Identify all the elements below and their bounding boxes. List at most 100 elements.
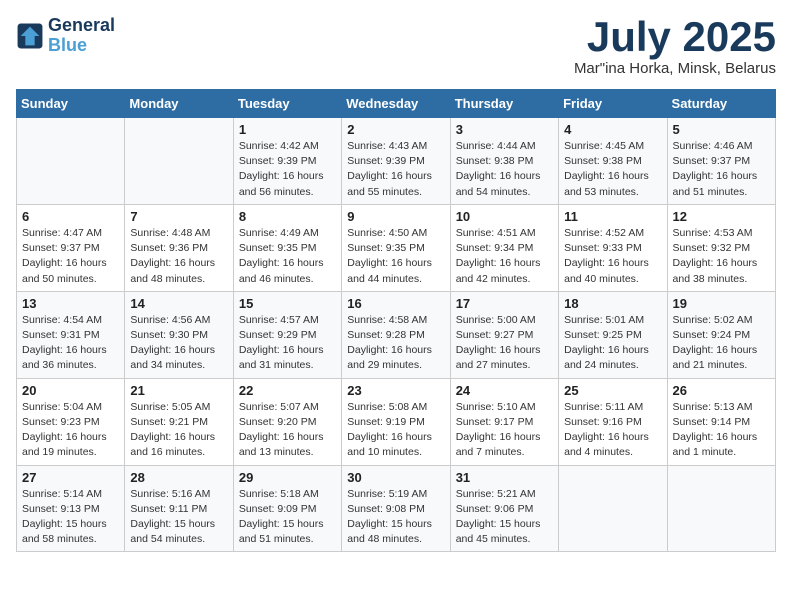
table-row: 20 Sunrise: 5:04 AM Sunset: 9:23 PM Dayli… bbox=[17, 378, 125, 465]
day-info: Sunrise: 4:46 AM Sunset: 9:37 PM Dayligh… bbox=[673, 139, 770, 200]
day-number: 14 bbox=[130, 296, 227, 311]
calendar-table: Sunday Monday Tuesday Wednesday Thursday… bbox=[16, 89, 776, 552]
day-info: Sunrise: 5:00 AM Sunset: 9:27 PM Dayligh… bbox=[456, 313, 553, 374]
day-number: 31 bbox=[456, 470, 553, 485]
day-info: Sunrise: 4:50 AM Sunset: 9:35 PM Dayligh… bbox=[347, 226, 444, 287]
day-info: Sunrise: 5:16 AM Sunset: 9:11 PM Dayligh… bbox=[130, 487, 227, 548]
day-info: Sunrise: 4:49 AM Sunset: 9:35 PM Dayligh… bbox=[239, 226, 336, 287]
table-row: 23 Sunrise: 5:08 AM Sunset: 9:19 PM Dayli… bbox=[342, 378, 450, 465]
day-number: 21 bbox=[130, 383, 227, 398]
table-row: 15 Sunrise: 4:57 AM Sunset: 9:29 PM Dayli… bbox=[233, 291, 341, 378]
day-info: Sunrise: 4:43 AM Sunset: 9:39 PM Dayligh… bbox=[347, 139, 444, 200]
day-number: 19 bbox=[673, 296, 770, 311]
day-info: Sunrise: 5:01 AM Sunset: 9:25 PM Dayligh… bbox=[564, 313, 661, 374]
header-sunday: Sunday bbox=[17, 90, 125, 118]
calendar-week-row: 20 Sunrise: 5:04 AM Sunset: 9:23 PM Dayli… bbox=[17, 378, 776, 465]
day-info: Sunrise: 5:08 AM Sunset: 9:19 PM Dayligh… bbox=[347, 400, 444, 461]
day-info: Sunrise: 5:07 AM Sunset: 9:20 PM Dayligh… bbox=[239, 400, 336, 461]
day-info: Sunrise: 4:53 AM Sunset: 9:32 PM Dayligh… bbox=[673, 226, 770, 287]
page-header: GeneralBlue July 2025 Mar"ina Horka, Min… bbox=[16, 16, 776, 77]
table-row bbox=[125, 118, 233, 205]
day-number: 11 bbox=[564, 209, 661, 224]
table-row bbox=[559, 465, 667, 552]
table-row: 31 Sunrise: 5:21 AM Sunset: 9:06 PM Dayli… bbox=[450, 465, 558, 552]
day-number: 22 bbox=[239, 383, 336, 398]
day-number: 16 bbox=[347, 296, 444, 311]
day-info: Sunrise: 5:21 AM Sunset: 9:06 PM Dayligh… bbox=[456, 487, 553, 548]
table-row: 24Sunrise: 5:10 AM Sunset: 9:17 PM Dayli… bbox=[450, 378, 558, 465]
logo-icon bbox=[16, 22, 44, 50]
table-row: 9 Sunrise: 4:50 AM Sunset: 9:35 PM Daylig… bbox=[342, 204, 450, 291]
table-row: 22 Sunrise: 5:07 AM Sunset: 9:20 PM Dayli… bbox=[233, 378, 341, 465]
table-row: 26 Sunrise: 5:13 AM Sunset: 9:14 PM Dayli… bbox=[667, 378, 775, 465]
day-info: Sunrise: 4:47 AM Sunset: 9:37 PM Dayligh… bbox=[22, 226, 119, 287]
day-info: Sunrise: 4:52 AM Sunset: 9:33 PM Dayligh… bbox=[564, 226, 661, 287]
table-row: 2 Sunrise: 4:43 AM Sunset: 9:39 PM Daylig… bbox=[342, 118, 450, 205]
day-info: Sunrise: 5:02 AM Sunset: 9:24 PM Dayligh… bbox=[673, 313, 770, 374]
day-info: Sunrise: 4:57 AM Sunset: 9:29 PM Dayligh… bbox=[239, 313, 336, 374]
calendar-week-row: 1 Sunrise: 4:42 AM Sunset: 9:39 PM Daylig… bbox=[17, 118, 776, 205]
logo: GeneralBlue bbox=[16, 16, 115, 56]
logo-text: GeneralBlue bbox=[48, 16, 115, 56]
header-friday: Friday bbox=[559, 90, 667, 118]
day-info: Sunrise: 5:13 AM Sunset: 9:14 PM Dayligh… bbox=[673, 400, 770, 461]
table-row: 21 Sunrise: 5:05 AM Sunset: 9:21 PM Dayli… bbox=[125, 378, 233, 465]
day-info: Sunrise: 4:44 AM Sunset: 9:38 PM Dayligh… bbox=[456, 139, 553, 200]
table-row: 4 Sunrise: 4:45 AM Sunset: 9:38 PM Daylig… bbox=[559, 118, 667, 205]
calendar-week-row: 13Sunrise: 4:54 AM Sunset: 9:31 PM Dayli… bbox=[17, 291, 776, 378]
day-number: 26 bbox=[673, 383, 770, 398]
calendar-week-row: 27Sunrise: 5:14 AM Sunset: 9:13 PM Dayli… bbox=[17, 465, 776, 552]
table-row: 11 Sunrise: 4:52 AM Sunset: 9:33 PM Dayli… bbox=[559, 204, 667, 291]
day-number: 23 bbox=[347, 383, 444, 398]
day-info: Sunrise: 5:05 AM Sunset: 9:21 PM Dayligh… bbox=[130, 400, 227, 461]
day-number: 20 bbox=[22, 383, 119, 398]
day-number: 12 bbox=[673, 209, 770, 224]
day-number: 25 bbox=[564, 383, 661, 398]
day-number: 9 bbox=[347, 209, 444, 224]
day-number: 5 bbox=[673, 122, 770, 137]
month-title: July 2025 bbox=[574, 16, 776, 58]
header-wednesday: Wednesday bbox=[342, 90, 450, 118]
day-info: Sunrise: 4:42 AM Sunset: 9:39 PM Dayligh… bbox=[239, 139, 336, 200]
table-row bbox=[667, 465, 775, 552]
day-info: Sunrise: 5:04 AM Sunset: 9:23 PM Dayligh… bbox=[22, 400, 119, 461]
table-row bbox=[17, 118, 125, 205]
day-number: 24 bbox=[456, 383, 553, 398]
table-row: 1 Sunrise: 4:42 AM Sunset: 9:39 PM Daylig… bbox=[233, 118, 341, 205]
header-saturday: Saturday bbox=[667, 90, 775, 118]
day-info: Sunrise: 5:18 AM Sunset: 9:09 PM Dayligh… bbox=[239, 487, 336, 548]
table-row: 3Sunrise: 4:44 AM Sunset: 9:38 PM Daylig… bbox=[450, 118, 558, 205]
day-info: Sunrise: 4:48 AM Sunset: 9:36 PM Dayligh… bbox=[130, 226, 227, 287]
title-block: July 2025 Mar"ina Horka, Minsk, Belarus bbox=[574, 16, 776, 77]
table-row: 14 Sunrise: 4:56 AM Sunset: 9:30 PM Dayli… bbox=[125, 291, 233, 378]
day-info: Sunrise: 5:11 AM Sunset: 9:16 PM Dayligh… bbox=[564, 400, 661, 461]
table-row: 6 Sunrise: 4:47 AM Sunset: 9:37 PM Daylig… bbox=[17, 204, 125, 291]
table-row: 17Sunrise: 5:00 AM Sunset: 9:27 PM Dayli… bbox=[450, 291, 558, 378]
day-info: Sunrise: 4:45 AM Sunset: 9:38 PM Dayligh… bbox=[564, 139, 661, 200]
table-row: 19 Sunrise: 5:02 AM Sunset: 9:24 PM Dayli… bbox=[667, 291, 775, 378]
calendar-week-row: 6 Sunrise: 4:47 AM Sunset: 9:37 PM Daylig… bbox=[17, 204, 776, 291]
header-monday: Monday bbox=[125, 90, 233, 118]
table-row: 25 Sunrise: 5:11 AM Sunset: 9:16 PM Dayli… bbox=[559, 378, 667, 465]
table-row: 16 Sunrise: 4:58 AM Sunset: 9:28 PM Dayli… bbox=[342, 291, 450, 378]
day-number: 30 bbox=[347, 470, 444, 485]
table-row: 8Sunrise: 4:49 AM Sunset: 9:35 PM Daylig… bbox=[233, 204, 341, 291]
header-tuesday: Tuesday bbox=[233, 90, 341, 118]
location-text: Mar"ina Horka, Minsk, Belarus bbox=[574, 60, 776, 77]
day-number: 4 bbox=[564, 122, 661, 137]
table-row: 7 Sunrise: 4:48 AM Sunset: 9:36 PM Daylig… bbox=[125, 204, 233, 291]
day-info: Sunrise: 4:58 AM Sunset: 9:28 PM Dayligh… bbox=[347, 313, 444, 374]
day-number: 6 bbox=[22, 209, 119, 224]
day-number: 7 bbox=[130, 209, 227, 224]
table-row: 10Sunrise: 4:51 AM Sunset: 9:34 PM Dayli… bbox=[450, 204, 558, 291]
table-row: 30Sunrise: 5:19 AM Sunset: 9:08 PM Dayli… bbox=[342, 465, 450, 552]
day-number: 1 bbox=[239, 122, 336, 137]
day-number: 2 bbox=[347, 122, 444, 137]
table-row: 27Sunrise: 5:14 AM Sunset: 9:13 PM Dayli… bbox=[17, 465, 125, 552]
header-thursday: Thursday bbox=[450, 90, 558, 118]
table-row: 5 Sunrise: 4:46 AM Sunset: 9:37 PM Daylig… bbox=[667, 118, 775, 205]
day-info: Sunrise: 4:56 AM Sunset: 9:30 PM Dayligh… bbox=[130, 313, 227, 374]
table-row: 12 Sunrise: 4:53 AM Sunset: 9:32 PM Dayli… bbox=[667, 204, 775, 291]
day-number: 15 bbox=[239, 296, 336, 311]
day-number: 10 bbox=[456, 209, 553, 224]
